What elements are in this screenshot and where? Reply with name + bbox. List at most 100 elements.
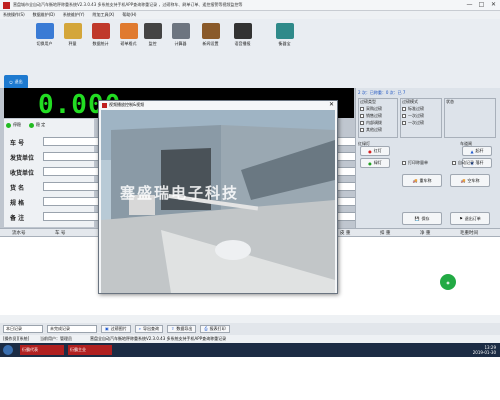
record-counts: 2 次：已称重：0 次：已 7 [358,90,406,95]
exit-icon: ⏻ [9,79,13,85]
arrow-up-icon: ▲ [470,148,474,154]
chart-icon [91,23,110,39]
device-icon [275,23,294,39]
column-header[interactable]: 皮 重 [340,230,350,236]
flag-icon: ⚑ [459,216,463,221]
minimize-button[interactable]: — [465,1,474,9]
video-close-icon[interactable]: ✕ [329,101,334,108]
window-title: 营盘城市全自动汽车衡地秤称重系统V2.3.0.43 多系统支持手机APP查询称重… [13,2,243,7]
radio-icon [360,121,364,125]
toolbar-scale-button[interactable]: 秤量 [60,23,85,47]
exit-label: 退出 [14,79,23,84]
title-bar: 营盘城市全自动汽车衡地秤称重系统V2.3.0.43 多系统支持手机APP查询称重… [0,0,500,11]
taskbar-app-2[interactable]: 衍霸主业 [68,345,112,355]
receiver-label: 收货单位 [10,170,35,177]
exit-order-button[interactable]: ⚑ 退出订单 [450,212,490,225]
green-light-icon: ● [368,160,372,166]
export-query-button[interactable]: ⌕ 导出查询 [134,325,164,333]
steady-label: 稳 定 [36,122,46,127]
search-icon: ⌕ [138,326,142,331]
red-light-icon: ● [368,148,372,154]
column-header[interactable]: 毛重时间 [460,230,478,236]
export-icon: ⇪ [171,326,175,331]
menu-maintenance[interactable]: 系统维护(Y) [63,12,85,18]
clock: 13:29 2019-01-30 [472,345,496,355]
mode-once-a[interactable]: 一次过磅 [402,113,424,119]
tag-icon [119,23,138,39]
column-header[interactable]: 扣 重 [380,230,390,236]
briefcase-icon [201,23,220,39]
checkbox-icon [452,161,456,165]
window-controls: — □ ✕ [465,1,498,9]
checkbox-icon [402,161,406,165]
camera-icon [143,23,162,39]
empty-weigh-button[interactable]: 🚚 空车称 [450,174,490,187]
calculator-icon [171,23,190,39]
date-filter-select[interactable]: 本日记录 [3,325,43,333]
status-filter-select[interactable]: 未完成记录 [47,325,97,333]
gate-raise-button[interactable]: ▲ 起杆 [462,146,492,156]
close-button[interactable]: ✕ [489,1,498,9]
scale-mode-title: 过磅模式 [402,99,418,104]
filter-bar: 本日记录 未完成记录 ▣ 过磅图片 ⌕ 导出查询 ⇪ 数据导出 ⎙ 报表打印 [0,323,500,335]
users-icon [35,23,54,39]
system-info-status: 营盘全自动汽车衡地秤称重系统V2.3.0.43 多系统支持手机APP查询称重记录 [90,336,227,341]
scale-type-internal[interactable]: 内部调拨 [360,120,382,126]
toolbar-device-button[interactable]: 衡器宝 [272,23,297,47]
radio-icon [360,107,364,111]
maximize-button[interactable]: □ [477,1,486,9]
save-button[interactable]: 💾 保存 [402,212,442,225]
toolbar-news-settings-button[interactable]: 新闻设置 [198,23,223,47]
network-badge-icon: ◉ [440,274,456,290]
red-light-button[interactable]: ● 红灯 [360,146,390,156]
toolbar-monitor-button[interactable]: 监控 [140,23,165,47]
mode-once-b[interactable]: 一次过磅 [402,120,424,126]
radio-icon [402,107,406,111]
toolbar-calculator-button[interactable]: 计算器 [168,23,193,47]
scale-icon [63,23,82,39]
scale-type-purchase[interactable]: 采购过磅 [360,106,382,112]
radio-icon [402,114,406,118]
stable-light-icon [6,122,11,128]
green-light-button[interactable]: ● 绿灯 [360,158,390,168]
menu-data[interactable]: 数据维护(D) [33,12,55,18]
menu-tools[interactable]: 附加工具(X) [92,12,114,18]
exit-button[interactable]: ⏻ 退出 [4,75,28,89]
toolbar-ticket-format-button[interactable]: 磅单格式 [116,23,141,47]
menu-system[interactable]: 系统操作(S) [3,12,25,18]
video-title: 视频播放控制&视频 [109,102,145,107]
mode-standard[interactable]: 标准过磅 [402,106,424,112]
print-ticket-checkbox[interactable]: 打印称量单 [402,160,428,166]
scale-type-other[interactable]: 其他过磅 [360,127,382,133]
auto-record-checkbox[interactable]: 自动记录 [452,160,474,166]
report-print-button[interactable]: ⎙ 报表打印 [200,325,230,333]
spec-label: 规 格 [10,200,25,207]
toolbar-statistics-button[interactable]: 数据统计 [88,23,113,47]
menu-help[interactable]: 帮助(H) [122,12,136,18]
data-export-button[interactable]: ⇪ 数据导出 [167,325,197,333]
radio-icon [360,114,364,118]
taskbar: 衍霸代表 衍霸主业 13:29 2019-01-30 [0,343,500,357]
status-indicators: 停稳 稳 定 [6,122,45,128]
sender-label: 发货单位 [10,155,35,162]
radio-icon [360,128,364,132]
heavy-weigh-button[interactable]: 🚚 重车称 [402,174,442,187]
taskbar-app-1[interactable]: 衍霸代表 [20,345,64,355]
scale-type-sale[interactable]: 销售过磅 [360,113,382,119]
steady-light-icon [29,122,34,128]
radio-icon [402,121,406,125]
toolbar-switch-user-button[interactable]: 切换用户 [32,23,57,47]
plate-label: 车 号 [10,140,25,147]
weigh-images-button[interactable]: ▣ 过磅图片 [101,325,131,333]
video-title-bar: 视频播放控制&视频 ✕ [99,101,337,109]
column-header[interactable]: 净 重 [420,230,430,236]
column-header[interactable]: 流水号 [12,230,26,236]
image-icon: ▣ [105,326,109,331]
start-icon[interactable] [3,345,13,355]
toolbar-voice-button[interactable]: 语音播报 [230,23,255,47]
column-header[interactable]: 车 号 [55,230,65,236]
scale-type-title: 过磅类型 [360,99,376,104]
remark-label: 备 注 [10,215,25,222]
phone-icon [233,23,252,39]
table-scrollbar[interactable] [0,315,500,323]
